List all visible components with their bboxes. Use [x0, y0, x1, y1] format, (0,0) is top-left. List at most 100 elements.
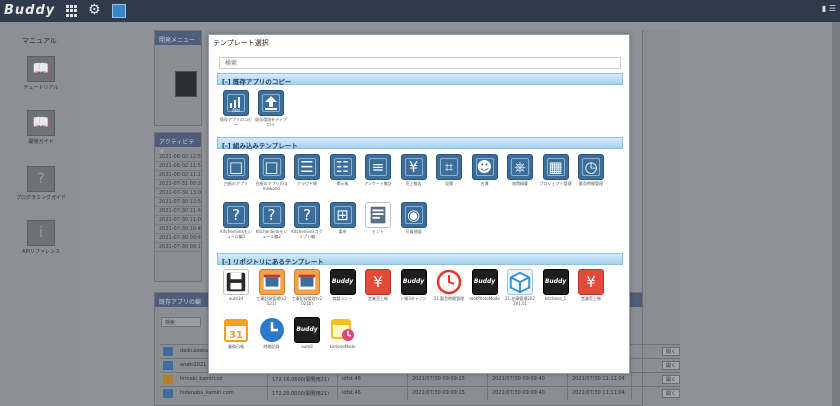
- buddy-logo[interactable]: Buddy: [4, 3, 55, 18]
- template-tile[interactable]: 工事記録管理(v2021): [256, 269, 288, 306]
- app-copy-icon: App: [223, 90, 249, 116]
- sidebar-item-tutorial[interactable]: 📖 チュートリアル: [14, 56, 68, 91]
- template-tile[interactable]: App 既存アプリのコピー: [220, 90, 252, 127]
- template-tile[interactable]: ≡ アンケート集計: [362, 154, 394, 187]
- yen-icon: ¥: [578, 269, 604, 295]
- open-button[interactable]: 開く: [662, 361, 680, 370]
- open-button[interactable]: 開く: [662, 375, 680, 384]
- sidebar-item-label: プログラミングガイド: [15, 195, 66, 201]
- template-tile[interactable]: ヒント: [362, 202, 394, 235]
- tile-label: 業務日報: [228, 344, 244, 349]
- template-tile[interactable]: Buddy 商談ミント: [327, 269, 359, 302]
- tile-label: プロジェクト管理: [539, 181, 572, 186]
- tile-label: 掲示板: [336, 181, 349, 186]
- app-updated: 2021/07/30 09:09:40: [488, 373, 568, 386]
- template-tile[interactable]: Buddy rootPhotoMode: [469, 269, 501, 302]
- template-tile[interactable]: ⊞ 電卓: [327, 202, 359, 235]
- dev-menu-title: 開発メニュー: [155, 31, 201, 45]
- info-icon: i: [27, 220, 55, 246]
- upload-icon: [258, 90, 284, 116]
- blank-doc-icon[interactable]: [175, 71, 197, 97]
- template-tile[interactable]: ? KitchenSinkモジュール編1: [220, 202, 252, 239]
- board-icon: ☷: [329, 154, 356, 180]
- tile-label: ト帳3キャノン: [400, 296, 427, 301]
- apps-search-input[interactable]: 検索: [161, 317, 201, 327]
- template-tile[interactable]: ◉ 写真地図: [398, 202, 430, 235]
- tile-label: ヒント: [372, 229, 384, 234]
- template-tile[interactable]: ☰ クラウド帳: [291, 154, 323, 187]
- activity-panel: アクティビティ 2021-08-02 12:54 2021-08-02 11:5…: [154, 132, 202, 282]
- template-tile[interactable]: 既存環境をディプロイ: [255, 90, 287, 127]
- template-tile[interactable]: 31 業務日報: [220, 317, 252, 350]
- template-tile[interactable]: ▦ プロジェクト管理: [540, 154, 572, 187]
- apps-grid-icon[interactable]: [66, 5, 78, 17]
- template-tile[interactable]: ☻ 名簿: [469, 154, 501, 187]
- open-button[interactable]: 開く: [662, 389, 680, 398]
- question-icon: ?: [294, 202, 320, 228]
- template-tile[interactable]: ¥ 売上報告: [398, 154, 430, 187]
- tile-label: 写真地図: [405, 229, 422, 234]
- floppy-disk-icon: [223, 269, 249, 295]
- template-tile[interactable]: auto1d: [220, 269, 252, 302]
- box-icon: [507, 269, 533, 295]
- book-open-icon: 📖: [27, 110, 55, 136]
- template-select-dialog: テンプレート選択 [-] 既存アプリのコピー App 既存アプリのコピー 既存環…: [208, 34, 630, 374]
- app-created: 2021/07/30 09:09:15: [408, 373, 488, 386]
- page-scrollbar[interactable]: [832, 22, 840, 406]
- template-tile[interactable]: ☷ 掲示板: [327, 154, 359, 187]
- section-copy-existing[interactable]: [-] 既存アプリのコピー: [217, 73, 623, 86]
- grid-app-icon: ⊞: [329, 202, 356, 228]
- calendar-icon: ▦: [542, 154, 569, 180]
- template-tile[interactable]: ? KitchenSinkモジュール編2: [256, 202, 288, 239]
- template-tile[interactable]: 21.勤怠時間管理: [433, 269, 465, 302]
- template-tile[interactable]: 時間記録: [256, 317, 288, 350]
- activity-row: 2021-07-30 12:52: [155, 198, 201, 207]
- template-tile[interactable]: □ 白紙のアプリ(Framework): [256, 154, 288, 191]
- sidebar-item-api-reference[interactable]: i APIリファレンス: [14, 220, 68, 255]
- template-search-input[interactable]: [219, 57, 621, 69]
- sidebar-item-programming-guide[interactable]: ? プログラミングガイド: [14, 166, 68, 201]
- top-bar: Buddy ⚙ ▮ ☰: [0, 0, 840, 22]
- app-switch-icon[interactable]: [112, 4, 126, 18]
- template-tile[interactable]: Buddy ト帳3キャノン: [398, 269, 430, 302]
- tile-label: 商談ミント: [332, 296, 353, 301]
- construction-record-icon: [294, 269, 320, 295]
- app-env: idfst.46: [338, 373, 408, 386]
- tile-label: 既存アプリのコピー: [220, 117, 252, 127]
- template-tile[interactable]: Buddy kitchens_1: [540, 269, 572, 302]
- tile-label: 電卓: [338, 229, 347, 234]
- gear-icon[interactable]: ⚙: [88, 2, 101, 18]
- tile-label: 売上報告: [405, 181, 422, 186]
- template-tile[interactable]: ⌗ 見積: [433, 154, 465, 187]
- table-row[interactable]: hidenobu_kamiri.com 172.20.0000(開発用21) i…: [160, 386, 680, 400]
- template-tile[interactable]: □ 白紙のアプリ: [220, 154, 252, 187]
- sidebar-item-label: APIリファレンス: [22, 249, 60, 255]
- app-created: 2021/07/30 09:09:15: [408, 387, 488, 400]
- template-tile[interactable]: kintoneMode: [327, 317, 359, 350]
- template-tile[interactable]: ◷ 勤怠時間管理: [575, 154, 607, 187]
- tile-label: 白紙のアプリ(Framework): [255, 181, 288, 191]
- app-env: idfst.46: [338, 387, 408, 400]
- section-repository-templates[interactable]: [-] リポジトリにあるテンプレート: [217, 253, 623, 266]
- template-tile[interactable]: ? KitchenSinkスクリプト編: [291, 202, 323, 239]
- buddy-logo-icon: Buddy: [471, 269, 498, 295]
- activity-row: 2021-07-30 09:18: [155, 243, 201, 252]
- user-icon: [163, 347, 173, 356]
- template-tile[interactable]: 21.在庫管理2021V1.01: [504, 269, 536, 306]
- template-tile[interactable]: ¥ 営業売上帳: [575, 269, 607, 302]
- table-row[interactable]: hiroaki_kamiri.co 172.16.0600(開発用21) idf…: [160, 372, 680, 386]
- tile-label: rootPhotoMode: [469, 296, 500, 301]
- section-builtin-templates[interactable]: [-] 組み込みテンプレート: [217, 137, 623, 150]
- template-tile[interactable]: ⎈ 旅費精算: [504, 154, 536, 187]
- activity-title: アクティビティ: [155, 133, 201, 155]
- notebook-icon: ☰: [294, 154, 320, 180]
- template-tile[interactable]: ¥ 営業売上帳: [362, 269, 394, 302]
- folder-icon: [163, 375, 173, 384]
- open-button[interactable]: 開く: [662, 347, 680, 356]
- sidebar-item-dev-guide[interactable]: 📖 開発ガイド: [14, 110, 68, 145]
- user-menu[interactable]: ▮ ☰: [822, 4, 836, 13]
- tile-label: 営業売上帳: [368, 296, 388, 301]
- template-tile[interactable]: Buddy auto8: [291, 317, 323, 350]
- sidebar-item-label: チュートリアル: [23, 85, 59, 91]
- template-tile[interactable]: 工事記録管理(v2021b): [291, 269, 323, 306]
